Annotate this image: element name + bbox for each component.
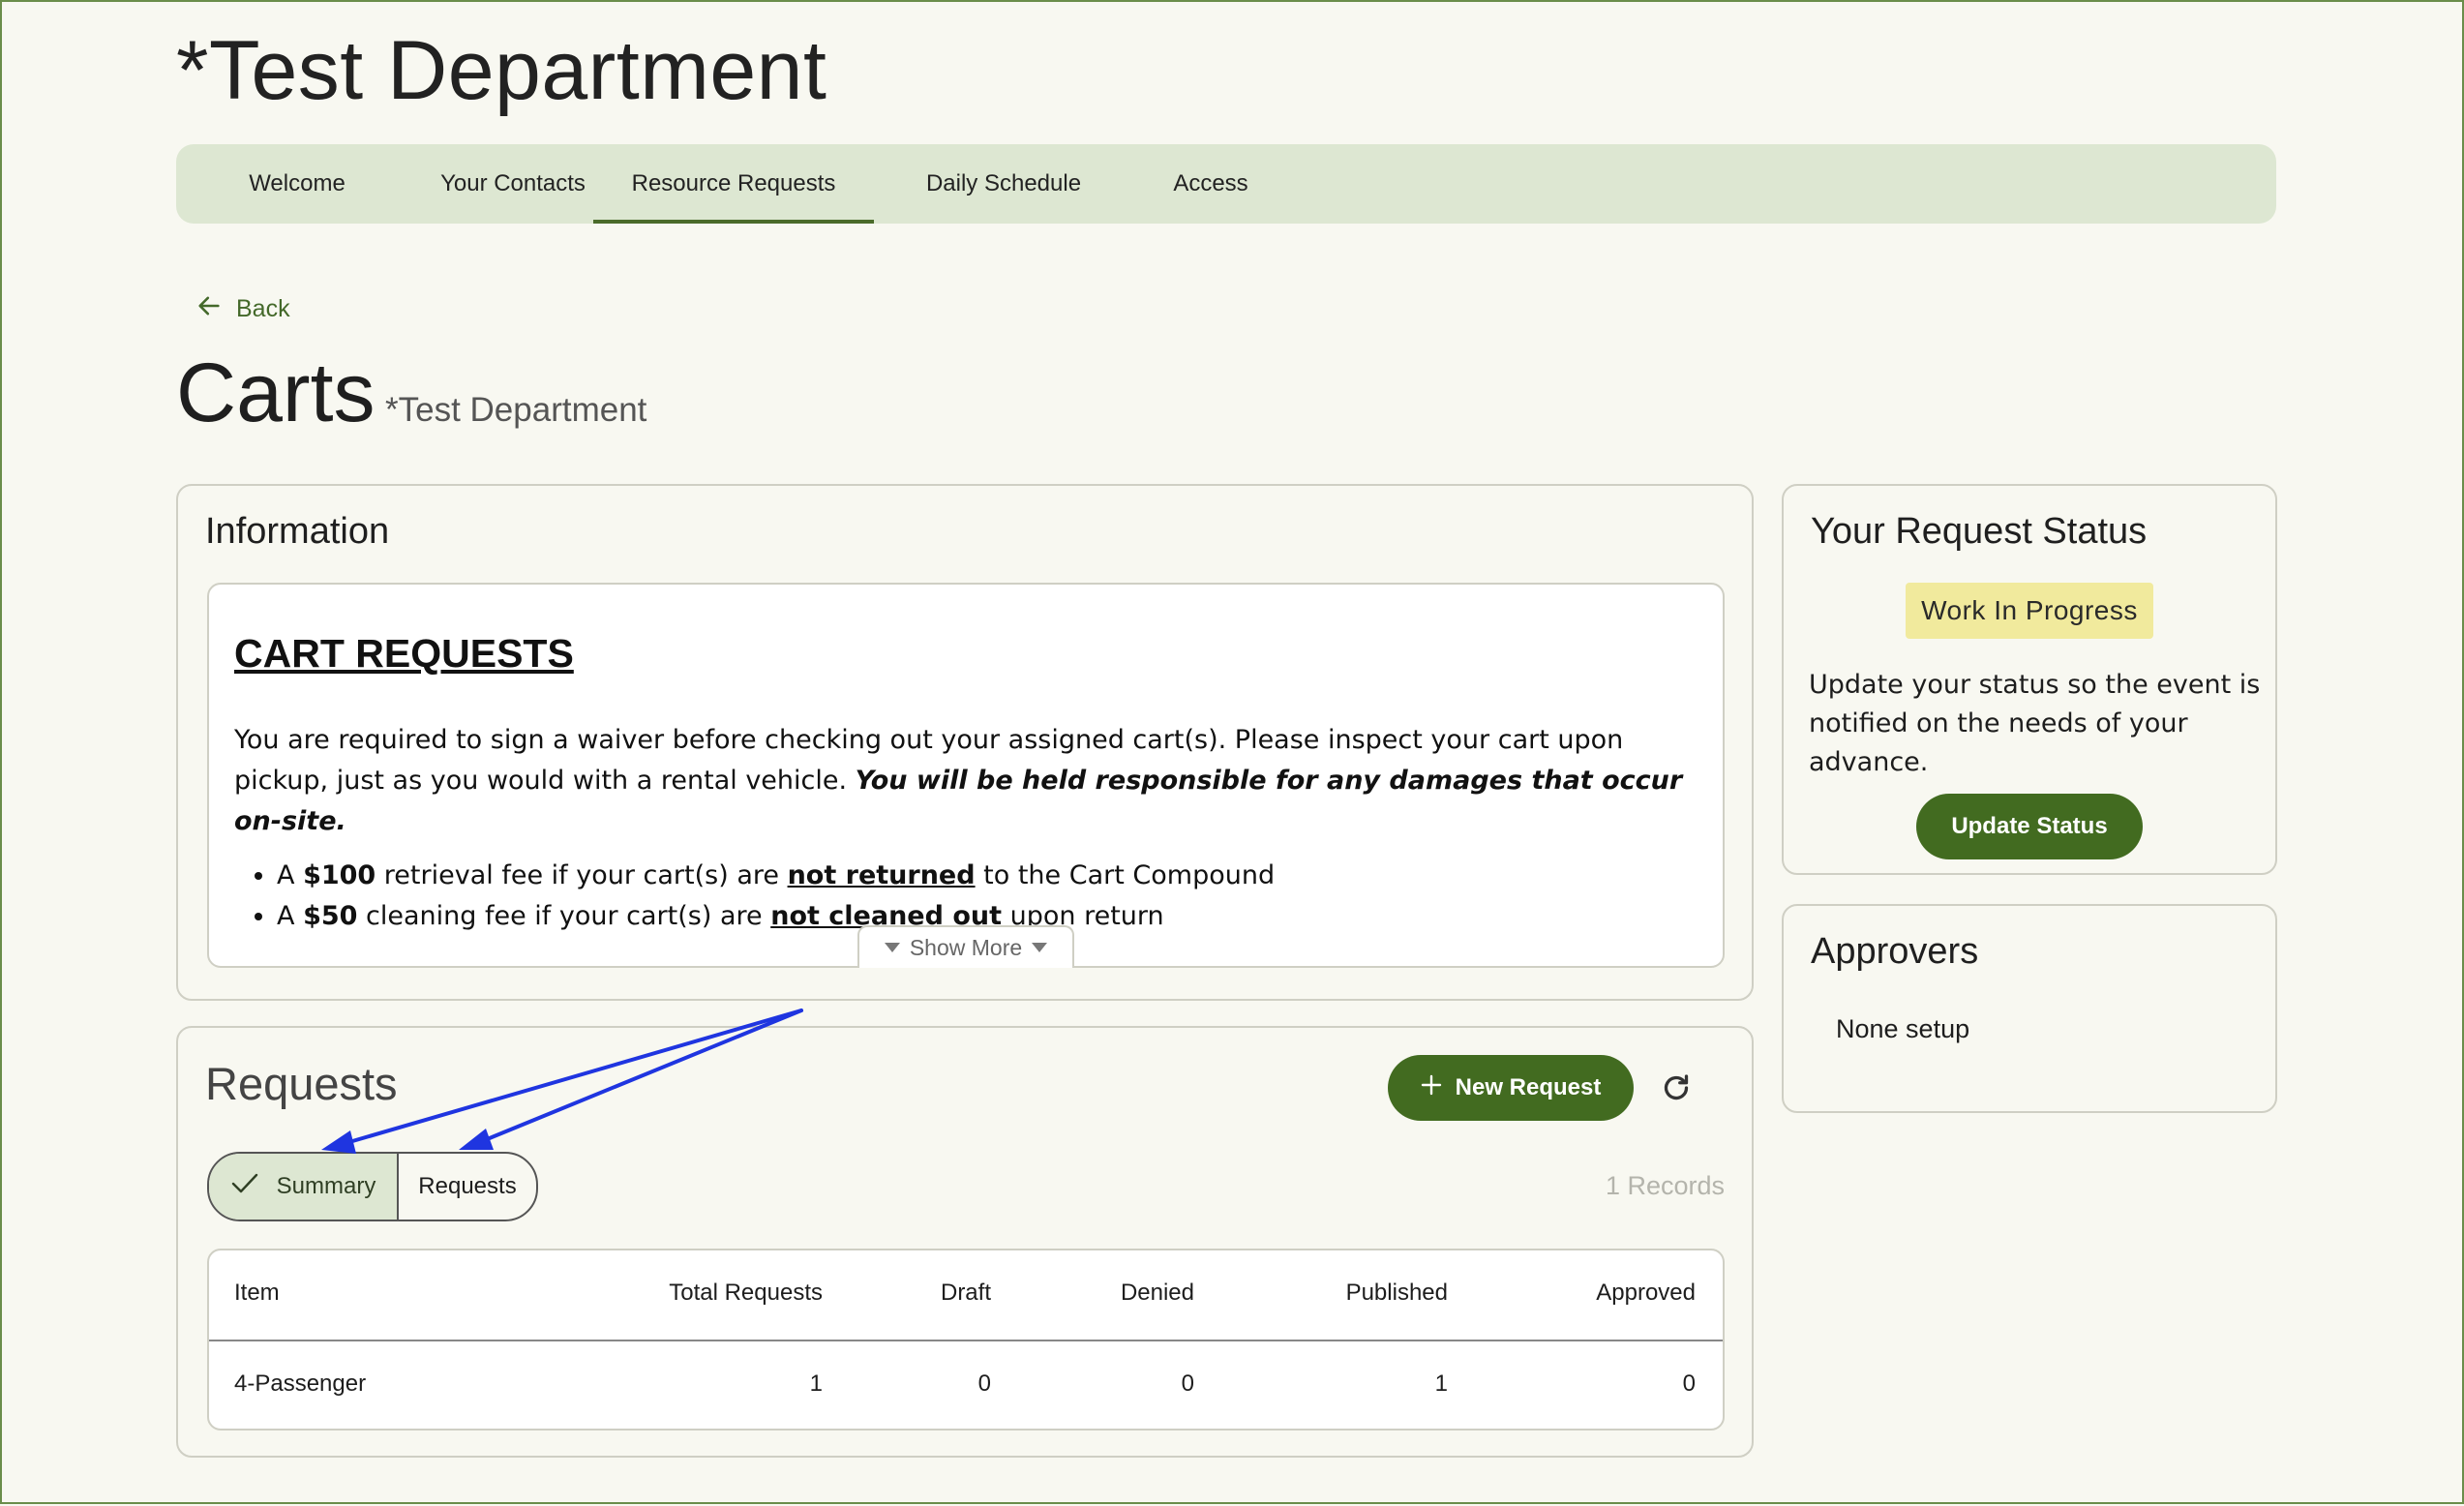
request-status-title: Your Request Status (1811, 511, 2148, 552)
header-divider (209, 1340, 1723, 1341)
update-status-button[interactable]: Update Status (1916, 794, 2143, 859)
summary-table: Item Total Requests Draft Denied Publish… (207, 1249, 1725, 1431)
cell-draft: 0 (977, 1370, 991, 1397)
requests-toggle-button[interactable]: Requests (399, 1154, 536, 1220)
plus-icon (1421, 1074, 1442, 1102)
approvers-card: Approvers None setup (1782, 904, 2277, 1113)
summary-label: Summary (276, 1173, 376, 1199)
cell-approved: 0 (1682, 1370, 1696, 1397)
view-toggle: Summary Requests (207, 1152, 538, 1221)
status-description: Update your status so the event is notif… (1809, 670, 2261, 777)
new-request-button[interactable]: New Request (1388, 1055, 1634, 1121)
arrow-left-icon (195, 292, 223, 326)
nav-access[interactable]: Access (1128, 144, 1293, 224)
cart-requests-heading: CART REQUESTS (234, 631, 574, 676)
caret-down-icon (1032, 943, 1048, 952)
cell-published: 1 (1434, 1370, 1448, 1397)
column-header-draft[interactable]: Draft (941, 1280, 991, 1307)
back-link[interactable]: Back (195, 292, 290, 326)
nav-welcome[interactable]: Welcome (205, 144, 389, 224)
information-content: CART REQUESTS You are required to sign a… (207, 583, 1725, 968)
cell-item: 4-Passenger (234, 1370, 367, 1397)
column-header-denied[interactable]: Denied (1121, 1280, 1194, 1307)
check-icon (230, 1172, 259, 1202)
page-subtitle: *Test Department (385, 391, 647, 429)
show-more-button[interactable]: Show More (857, 925, 1074, 968)
column-header-total-requests[interactable]: Total Requests (669, 1280, 823, 1307)
column-header-published[interactable]: Published (1346, 1280, 1448, 1307)
information-title: Information (205, 511, 390, 552)
status-badge: Work In Progress (1906, 583, 2153, 639)
approvers-text: None setup (1836, 1014, 1970, 1043)
column-header-item[interactable]: Item (234, 1280, 280, 1307)
requests-title: Requests (205, 1058, 398, 1109)
fee-bullet-retrieval: A $100 retrieval fee if your cart(s) are… (277, 856, 1705, 896)
request-status-card: Your Request Status Work In Progress Upd… (1782, 484, 2277, 875)
refresh-icon[interactable] (1659, 1070, 1694, 1105)
show-more-label: Show More (909, 934, 1023, 960)
top-navigation: Welcome Your Contacts Resource Requests … (176, 144, 2276, 224)
department-title: *Test Department (176, 24, 827, 117)
cell-denied: 0 (1181, 1370, 1194, 1397)
information-card: Information CART REQUESTS You are requir… (176, 484, 1754, 1001)
new-request-label: New Request (1455, 1074, 1602, 1100)
records-count: 1 Records (1605, 1171, 1725, 1200)
caret-down-icon (884, 943, 900, 952)
summary-toggle-button[interactable]: Summary (209, 1154, 399, 1220)
column-header-approved[interactable]: Approved (1596, 1280, 1696, 1307)
approvers-title: Approvers (1811, 931, 1979, 972)
requests-card: Requests New Request Summary Requests 1 … (176, 1026, 1754, 1458)
page-title: Carts (176, 346, 376, 439)
cell-total-requests: 1 (809, 1370, 823, 1397)
back-label: Back (236, 295, 290, 322)
nav-daily-schedule[interactable]: Daily Schedule (887, 144, 1120, 224)
information-text: You are required to sign a waiver before… (234, 720, 1705, 937)
nav-resource-requests[interactable]: Resource Requests (593, 144, 874, 224)
